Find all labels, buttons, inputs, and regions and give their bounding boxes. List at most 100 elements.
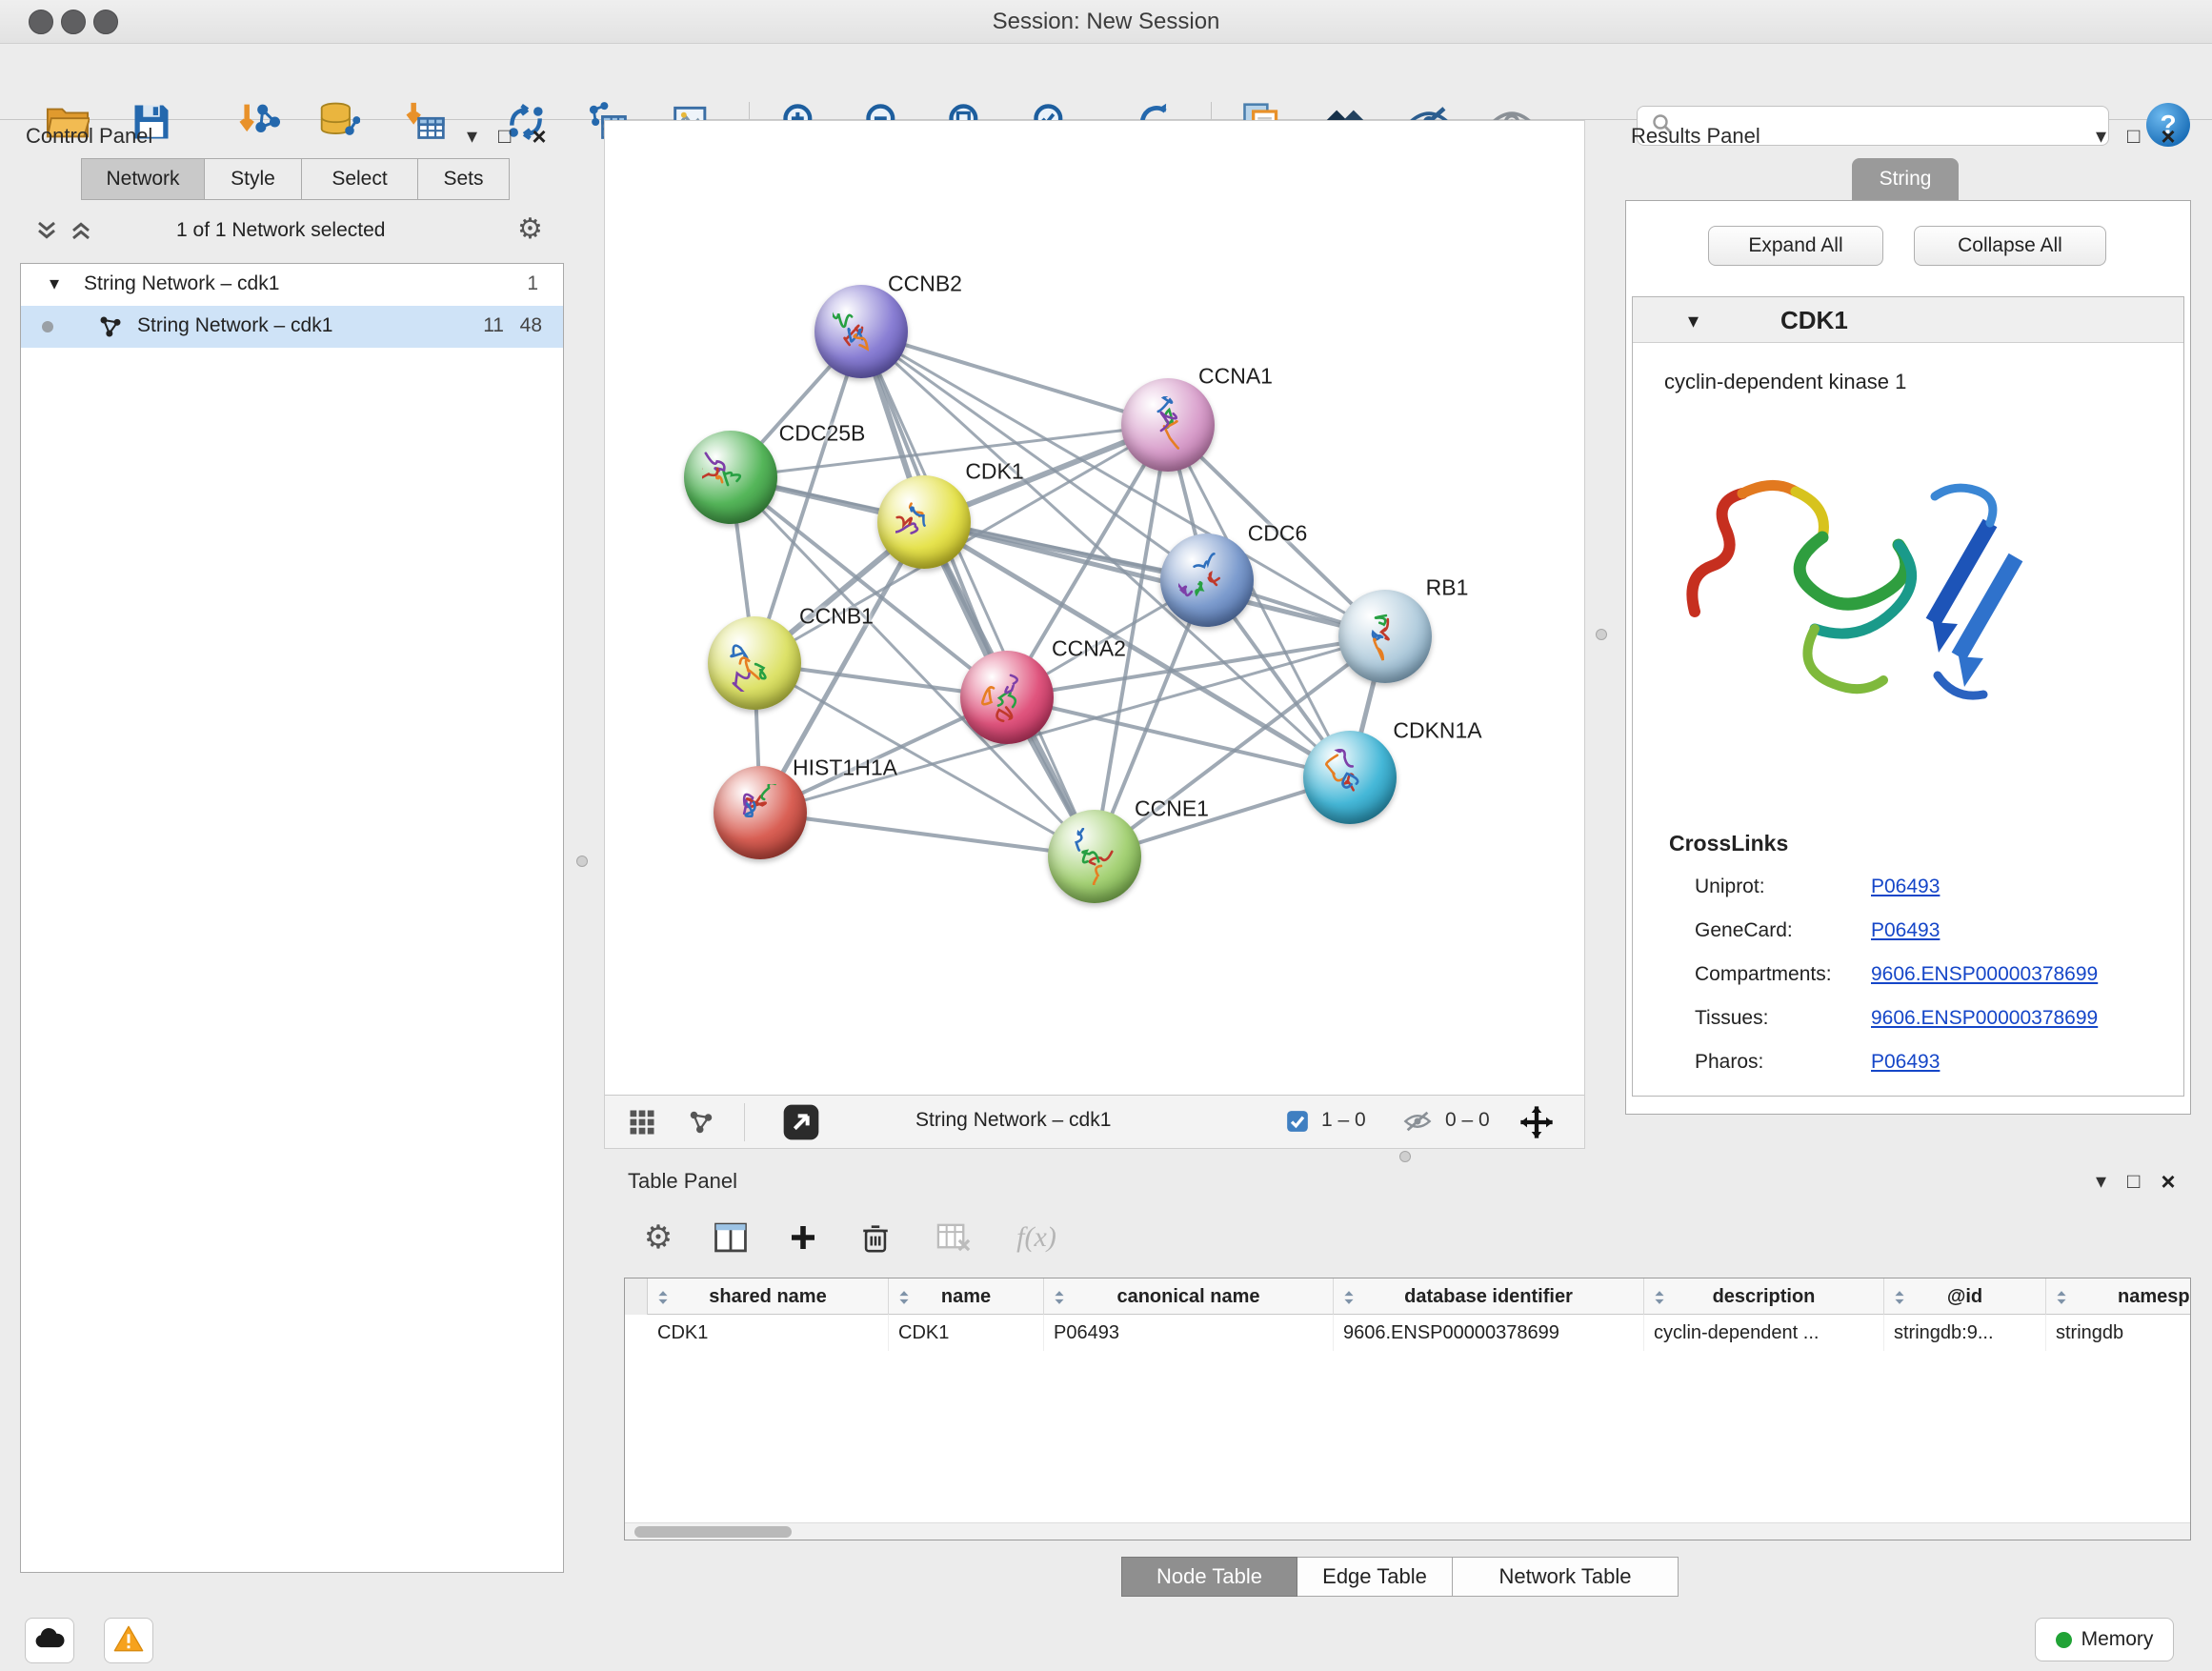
tab-node-table[interactable]: Node Table <box>1121 1557 1297 1597</box>
entry-caret-icon[interactable]: ▾ <box>1688 309 1699 333</box>
tab-select[interactable]: Select <box>302 158 418 200</box>
crosslink-link[interactable]: P06493 <box>1871 1051 1940 1074</box>
column-header-namespace[interactable]: namespace <box>2046 1278 2191 1315</box>
table-cell[interactable]: cyclin-dependent ... <box>1644 1315 1884 1351</box>
node-table: shared namenamecanonical namedatabase id… <box>624 1278 2191 1540</box>
node-CDC25B[interactable] <box>684 431 777 524</box>
cloud-status-button[interactable] <box>25 1618 74 1663</box>
column-header-database-identifier[interactable]: database identifier <box>1334 1278 1644 1315</box>
protein-thumbnail-icon <box>895 493 953 551</box>
show-columns-icon[interactable] <box>708 1215 754 1260</box>
protein-thumbnail-icon <box>1178 552 1236 609</box>
node-RB1[interactable] <box>1338 590 1432 683</box>
tab-network[interactable]: Network <box>81 158 205 200</box>
crosslink-link[interactable]: P06493 <box>1871 919 1940 942</box>
node-CDKN1A[interactable] <box>1303 731 1397 824</box>
memory-button[interactable]: Memory <box>2035 1618 2174 1661</box>
node-CDC6[interactable] <box>1160 534 1254 627</box>
table-horizontal-scrollbar[interactable] <box>625 1522 2190 1540</box>
network-row-selected[interactable]: String Network – cdk1 11 48 <box>21 306 563 348</box>
float-table-icon[interactable]: □ <box>2127 1169 2140 1194</box>
table-cell[interactable]: CDK1 <box>648 1315 889 1351</box>
sort-icon[interactable] <box>655 1289 671 1311</box>
sort-icon[interactable] <box>1052 1289 1067 1311</box>
network-icon[interactable] <box>687 1108 715 1141</box>
column-header-description[interactable]: description <box>1644 1278 1884 1315</box>
float-results-icon[interactable]: □ <box>2127 124 2140 149</box>
crosslink-link[interactable]: 9606.ENSP00000378699 <box>1871 963 2098 986</box>
node-CCNE1[interactable] <box>1048 810 1141 903</box>
entry-header[interactable]: ▾ CDK1 <box>1633 297 2183 343</box>
row-header-stub <box>625 1278 648 1315</box>
table-cell[interactable]: CDK1 <box>889 1315 1044 1351</box>
expand-all-button[interactable]: Expand All <box>1708 226 1883 266</box>
sort-icon[interactable] <box>1341 1289 1357 1311</box>
table-cell[interactable]: 9606.ENSP00000378699 <box>1334 1315 1644 1351</box>
sort-icon[interactable] <box>1892 1289 1907 1311</box>
tab-edge-table[interactable]: Edge Table <box>1297 1557 1453 1597</box>
expand-all-icon[interactable] <box>70 220 92 246</box>
add-column-icon[interactable] <box>780 1215 826 1260</box>
close-table-icon[interactable]: × <box>2161 1171 2175 1192</box>
tab-network-table[interactable]: Network Table <box>1453 1557 1679 1597</box>
crosslink-label: GeneCard: <box>1695 919 1793 942</box>
collapse-results-icon[interactable]: ▾ <box>2096 124 2106 149</box>
table-tabs: Node TableEdge TableNetwork Table <box>1121 1557 1679 1597</box>
column-header-canonical-name[interactable]: canonical name <box>1044 1278 1334 1315</box>
warnings-button[interactable] <box>104 1618 153 1663</box>
table-options-gear-icon[interactable]: ⚙ <box>635 1215 681 1260</box>
node-label-CCNA1: CCNA1 <box>1198 364 1273 390</box>
node-CCNA1[interactable] <box>1121 378 1215 472</box>
bottom-splitter-handle[interactable] <box>1399 1151 1411 1162</box>
hidden-eye-slash-icon[interactable] <box>1403 1109 1432 1138</box>
close-results-icon[interactable]: × <box>2161 126 2175 147</box>
table-cell[interactable]: P06493 <box>1044 1315 1334 1351</box>
tab-style[interactable]: Style <box>205 158 302 200</box>
crosslink-link[interactable]: P06493 <box>1871 876 1940 898</box>
collapse-all-icon[interactable] <box>35 220 58 246</box>
table-cell[interactable]: stringdb <box>2046 1315 2191 1351</box>
network-options-gear-icon[interactable]: ⚙ <box>517 215 543 244</box>
tree-caret-icon[interactable]: ▾ <box>50 272 59 295</box>
birds-eye-move-icon[interactable] <box>1518 1103 1556 1146</box>
collapse-table-icon[interactable]: ▾ <box>2096 1169 2106 1194</box>
grid-view-icon[interactable] <box>628 1108 656 1141</box>
network-selection-summary: 1 of 1 Network selected <box>176 219 385 242</box>
protein-thumbnail-icon <box>833 303 890 360</box>
open-in-window-icon[interactable] <box>782 1103 820 1146</box>
left-splitter-handle[interactable] <box>576 856 588 867</box>
crosslink-link[interactable]: 9606.ENSP00000378699 <box>1871 1007 2098 1030</box>
column-header-name[interactable]: name <box>889 1278 1044 1315</box>
tab-string[interactable]: String <box>1852 158 1959 200</box>
sort-icon[interactable] <box>896 1289 912 1311</box>
network-edges <box>605 121 1584 1095</box>
column-header-shared-name[interactable]: shared name <box>648 1278 889 1315</box>
right-splitter-handle[interactable] <box>1596 629 1607 640</box>
edge-HIST1H1A-CCNE1[interactable] <box>760 813 1095 856</box>
table-cell[interactable]: stringdb:9... <box>1884 1315 2046 1351</box>
tab-sets[interactable]: Sets <box>418 158 510 200</box>
sort-icon[interactable] <box>1652 1289 1667 1311</box>
selected-checkbox-icon[interactable] <box>1285 1109 1310 1138</box>
node-CCNA2[interactable] <box>960 651 1054 744</box>
edge-CCNB2-CCNA1[interactable] <box>861 332 1168 425</box>
column-header--id[interactable]: @id <box>1884 1278 2046 1315</box>
collapse-all-button[interactable]: Collapse All <box>1914 226 2106 266</box>
scrollbar-thumb[interactable] <box>634 1526 792 1538</box>
node-CCNB2[interactable] <box>814 285 908 378</box>
float-panel-icon[interactable]: □ <box>498 124 511 149</box>
crosslink-label: Pharos: <box>1695 1051 1763 1074</box>
edge-CDK1-RB1[interactable] <box>924 522 1385 636</box>
network-collection-row[interactable]: ▾ String Network – cdk1 1 <box>21 264 563 306</box>
delete-column-icon[interactable] <box>853 1215 898 1260</box>
protein-structure-image <box>1661 431 2033 783</box>
close-panel-icon[interactable]: × <box>532 126 546 147</box>
network-tree: ▾ String Network – cdk1 1 String Network… <box>20 263 564 1573</box>
node-label-CCNA2: CCNA2 <box>1052 636 1126 662</box>
sort-icon[interactable] <box>2054 1289 2069 1311</box>
collapse-panel-icon[interactable]: ▾ <box>467 124 477 149</box>
node-CCNB1[interactable] <box>708 616 801 710</box>
network-canvas[interactable]: CCNB2CCNA1CDC25BCDK1CDC6RB1CCNB1CCNA2CDK… <box>605 121 1584 1095</box>
protein-thumbnail-icon <box>1357 608 1414 665</box>
node-CDK1[interactable] <box>877 475 971 569</box>
